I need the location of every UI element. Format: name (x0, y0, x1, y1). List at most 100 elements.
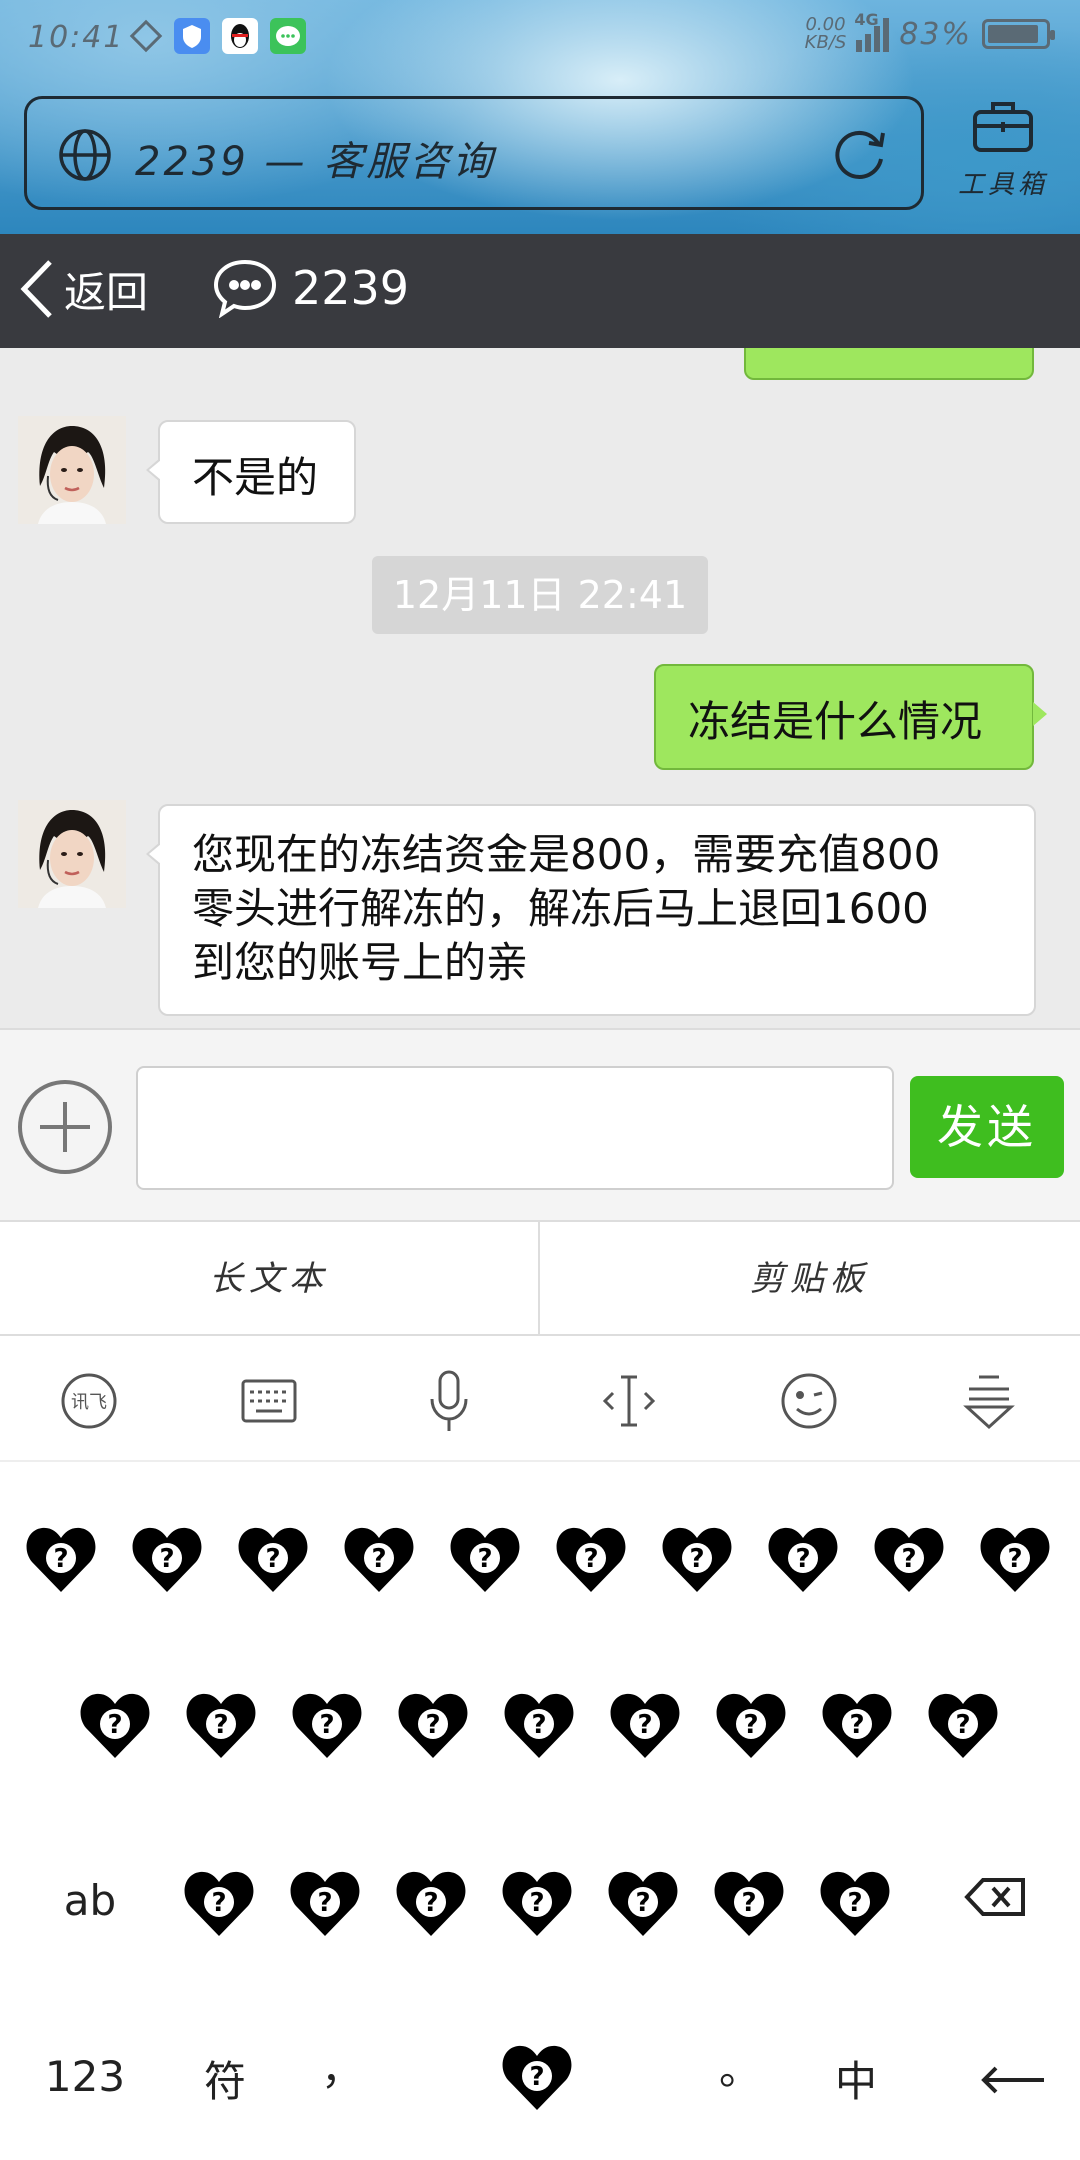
key-unknown-glyph[interactable]: ? (978, 1522, 1052, 1596)
microphone-icon[interactable] (414, 1366, 484, 1436)
message-bubble-outgoing-partial (744, 348, 1034, 380)
key-unknown-glyph[interactable]: ? (872, 1522, 946, 1596)
svg-text:?: ? (423, 1888, 438, 1918)
clipboard-button[interactable]: 剪贴板 (540, 1222, 1080, 1336)
svg-text:?: ? (213, 1710, 228, 1740)
key-unknown-glyph[interactable]: ? (608, 1688, 682, 1762)
keyboard-top-strip: 长文本 剪贴板 (0, 1220, 1080, 1336)
svg-text:?: ? (477, 1544, 492, 1574)
key-symbols[interactable]: 符 (180, 2048, 270, 2109)
rotate-icon (128, 18, 164, 54)
svg-text:?: ? (637, 1710, 652, 1740)
globe-icon (57, 127, 113, 187)
long-text-button[interactable]: 长文本 (0, 1222, 540, 1336)
key-unknown-glyph[interactable]: ? (290, 1688, 364, 1762)
send-button[interactable]: 发送 (910, 1076, 1064, 1178)
svg-text:?: ? (635, 1888, 650, 1918)
status-time: 10:41 (28, 20, 125, 55)
key-unknown-glyph[interactable]: ? (396, 1688, 470, 1762)
key-comma[interactable]: ， (312, 2036, 372, 2097)
message-input[interactable] (136, 1066, 894, 1190)
svg-text:?: ? (531, 1710, 546, 1740)
key-unknown-glyph[interactable]: ? (78, 1688, 152, 1762)
key-unknown-glyph[interactable]: ? (236, 1522, 310, 1596)
message-text: 不是的 (192, 453, 319, 502)
key-unknown-glyph[interactable]: ? (818, 1866, 892, 1940)
svg-text:?: ? (265, 1544, 280, 1574)
key-unknown-glyph[interactable]: ? (500, 1866, 574, 1940)
key-unknown-glyph[interactable]: ? (24, 1522, 98, 1596)
svg-text:?: ? (371, 1544, 386, 1574)
status-bar: 10:41 0.00 KB/S 4G 83% (0, 0, 1080, 80)
space-key[interactable]: ? (500, 2040, 574, 2114)
key-unknown-glyph[interactable]: ? (714, 1688, 788, 1762)
svg-text:?: ? (689, 1544, 704, 1574)
svg-text:?: ? (529, 1888, 544, 1918)
key-unknown-glyph[interactable]: ? (766, 1522, 840, 1596)
svg-text:?: ? (849, 1710, 864, 1740)
address-bar[interactable]: 2239 — 客服咨询 (24, 96, 924, 210)
key-period[interactable]: 。 (710, 2036, 770, 2097)
agent-avatar (18, 416, 126, 524)
key-unknown-glyph[interactable]: ? (502, 1688, 576, 1762)
toolbox-button[interactable]: 工具箱 (948, 96, 1058, 216)
net-speed: 0.00 KB/S (804, 14, 847, 53)
input-bar: 发送 (0, 1028, 1080, 1220)
agent-avatar (18, 800, 126, 908)
key-unknown-glyph[interactable]: ? (288, 1866, 362, 1940)
xunfei-icon[interactable]: 讯飞 (54, 1366, 124, 1436)
battery-icon (982, 19, 1055, 49)
key-unknown-glyph[interactable]: ? (448, 1522, 522, 1596)
key-unknown-glyph[interactable]: ? (712, 1866, 786, 1940)
toolbox-label: 工具箱 (957, 170, 1048, 200)
collapse-icon[interactable] (954, 1366, 1024, 1436)
reload-icon[interactable] (829, 123, 891, 189)
message-bubble-outgoing: 冻结是什么情况 (654, 664, 1047, 770)
toolbox-icon (948, 96, 1058, 158)
key-unknown-glyph[interactable]: ? (926, 1688, 1000, 1762)
message-text: 冻结是什么情况 (688, 697, 983, 746)
svg-text:?: ? (901, 1544, 916, 1574)
message-timestamp: 12月11日 22:41 (372, 556, 708, 634)
svg-text:?: ? (317, 1888, 332, 1918)
plus-circle-icon (18, 1080, 112, 1174)
key-unknown-glyph[interactable]: ? (606, 1866, 680, 1940)
key-ab[interactable]: ab (50, 1876, 130, 1925)
svg-text:?: ? (53, 1544, 68, 1574)
back-button[interactable]: 返回 (18, 258, 148, 320)
backspace-key[interactable] (960, 1876, 1030, 1928)
key-unknown-glyph[interactable]: ? (342, 1522, 416, 1596)
key-language[interactable]: 中 (816, 2048, 896, 2109)
add-attachment-button[interactable] (16, 1078, 114, 1180)
svg-text:?: ? (847, 1888, 862, 1918)
back-label: 返回 (64, 267, 149, 317)
message-list[interactable]: 不是的 12月11日 22:41 冻结是什么情况 您现在的冻结资金是800，需要… (0, 348, 1080, 1028)
emoji-icon[interactable] (774, 1366, 844, 1436)
keyboard-toolbar: 讯飞 (0, 1336, 1080, 1462)
status-right: 0.00 KB/S 4G 83% (804, 10, 1055, 53)
key-unknown-glyph[interactable]: ? (554, 1522, 628, 1596)
svg-text:?: ? (529, 2062, 544, 2092)
key-unknown-glyph[interactable]: ? (820, 1688, 894, 1762)
message-bubble-incoming: 不是的 (146, 420, 356, 524)
backspace-icon (964, 1878, 1025, 1916)
chat-bubble-icon (213, 259, 277, 318)
key-unknown-glyph[interactable]: ? (660, 1522, 734, 1596)
key-unknown-glyph[interactable]: ? (130, 1522, 204, 1596)
key-unknown-glyph[interactable]: ? (182, 1866, 256, 1940)
svg-text:?: ? (425, 1710, 440, 1740)
svg-text:讯飞: 讯飞 (71, 1392, 107, 1413)
key-123[interactable]: 123 (40, 2052, 130, 2101)
svg-text:?: ? (159, 1544, 174, 1574)
key-unknown-glyph[interactable]: ? (184, 1688, 258, 1762)
svg-text:?: ? (955, 1710, 970, 1740)
message-bubble-incoming: 您现在的冻结资金是800，需要充值800 零头进行解冻的，解冻后马上退回1600… (146, 804, 1036, 1016)
signal-icon: 4G (854, 10, 890, 52)
svg-text:?: ? (319, 1710, 334, 1740)
chevron-left-icon (20, 260, 52, 318)
keyboard-icon[interactable] (234, 1366, 304, 1436)
key-unknown-glyph[interactable]: ? (394, 1866, 468, 1940)
enter-key[interactable] (958, 2060, 1068, 2110)
cursor-icon[interactable] (594, 1366, 664, 1436)
chat-title: 2239 (212, 258, 409, 318)
